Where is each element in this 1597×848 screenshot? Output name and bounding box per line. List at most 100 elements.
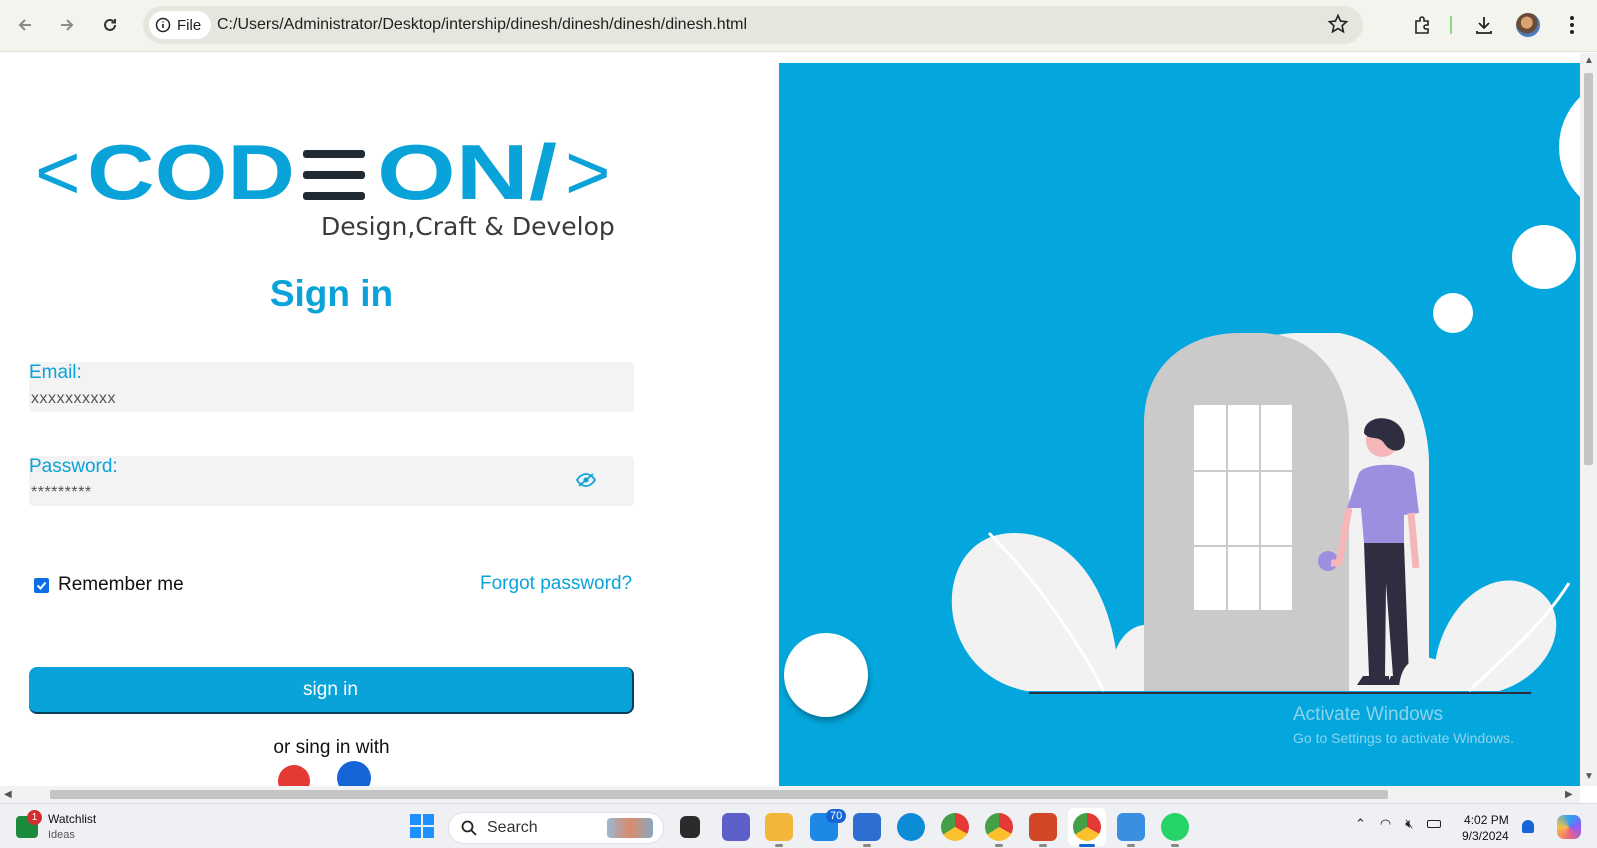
widget-badge: 1 [27, 809, 42, 825]
wifi-icon[interactable]: ◠ [1380, 816, 1391, 832]
google-signin-button[interactable] [278, 765, 310, 786]
password-label: Password: [29, 456, 118, 477]
forgot-password-link[interactable]: Forgot password? [480, 573, 632, 595]
edge-icon[interactable] [897, 813, 925, 841]
running-indicator [775, 844, 783, 847]
active-indicator [1079, 844, 1095, 847]
hero-panel [779, 63, 1580, 786]
remember-checkbox[interactable] [34, 577, 49, 593]
search-icon [461, 820, 477, 836]
url-text[interactable]: C:/Users/Administrator/Desktop/intership… [217, 16, 747, 34]
running-indicator [995, 844, 1003, 847]
address-bar[interactable]: File C:/Users/Administrator/Desktop/inte… [143, 6, 1363, 44]
back-arrow-icon [18, 19, 31, 31]
activate-windows-watermark: Activate Windows Go to Settings to activ… [1293, 704, 1514, 746]
scroll-left-icon[interactable]: ◀ [4, 789, 12, 800]
widget-watchlist[interactable]: 1 Watchlist Ideas [16, 809, 97, 841]
forward-button[interactable] [52, 10, 82, 40]
avatar [1516, 13, 1540, 37]
logo-tagline: Design,Craft & Develop [321, 212, 615, 241]
reload-icon [104, 18, 116, 31]
password-field[interactable]: Password: ********* [29, 456, 634, 506]
powerpoint-icon[interactable] [1029, 813, 1057, 841]
check-icon [36, 581, 47, 590]
activate-subtitle: Go to Settings to activate Windows. [1293, 730, 1514, 746]
teams-icon[interactable] [722, 813, 750, 841]
windows-taskbar: 1 Watchlist Ideas Search 70 ⌃ ◠ 🔇︎ 4:02 … [0, 803, 1597, 848]
sign-in-button[interactable]: sign in [29, 667, 634, 714]
decor-circle [1512, 225, 1576, 289]
file-explorer-icon[interactable] [765, 813, 793, 841]
activate-title: Activate Windows [1293, 704, 1443, 725]
menu-button[interactable] [1557, 10, 1587, 40]
taskbar-search[interactable]: Search [448, 812, 664, 844]
divider [1450, 16, 1452, 34]
chrome-active-icon[interactable] [1073, 813, 1101, 841]
logo-word-b: ON/ [377, 133, 557, 216]
bookmark-button[interactable] [1327, 13, 1349, 40]
vertical-scroll-thumb[interactable] [1584, 73, 1593, 465]
widget-subtitle: Ideas [48, 829, 75, 841]
running-indicator [1171, 844, 1179, 847]
battery-icon[interactable] [1427, 820, 1442, 828]
leaf-right [1433, 580, 1557, 691]
decor-circle [784, 633, 868, 717]
running-indicator [1039, 844, 1047, 847]
speaker-muted-icon[interactable]: 🔇︎ [1405, 816, 1413, 832]
widget-title: Watchlist [48, 812, 97, 826]
leaf-left [951, 533, 1119, 691]
codeon-logo: < COD ON/ > Design,Craft & Develop [35, 133, 615, 241]
forward-arrow-icon [61, 19, 74, 31]
photos-icon[interactable] [1117, 813, 1145, 841]
email-field[interactable]: Email: xxxxxxxxxx [29, 362, 634, 412]
facebook-signin-button[interactable] [337, 761, 371, 786]
info-icon [155, 17, 171, 33]
door-window [1194, 405, 1292, 610]
system-tray: ⌃ ◠ 🔇︎ [1355, 816, 1442, 832]
more-vert-icon [1570, 16, 1574, 34]
scroll-down-icon[interactable]: ▼ [1584, 771, 1594, 782]
horizontal-scroll-thumb[interactable] [50, 790, 1388, 799]
file-label: File [177, 16, 202, 34]
whatsapp-icon[interactable] [1161, 813, 1189, 841]
reload-button[interactable] [95, 10, 125, 40]
logo-right-bracket: > [565, 133, 611, 216]
bell-icon[interactable] [1522, 820, 1534, 833]
search-label: Search [487, 819, 538, 836]
star-icon [1327, 13, 1349, 34]
taskbar-clock[interactable]: 4:02 PM 9/3/2024 [1462, 812, 1509, 844]
alt-signin-label: or sing in with [273, 737, 390, 758]
running-indicator [1127, 844, 1135, 847]
scroll-up-icon[interactable]: ▲ [1584, 55, 1594, 66]
site-info-chip[interactable]: File [149, 11, 212, 39]
puzzle-icon [1415, 16, 1429, 34]
page-title: Sign in [269, 273, 394, 314]
clock-time: 4:02 PM [1464, 813, 1509, 827]
copilot-icon[interactable] [1557, 815, 1581, 839]
scroll-right-icon[interactable]: ▶ [1565, 789, 1573, 800]
store-icon[interactable] [853, 813, 881, 841]
start-button[interactable] [410, 814, 434, 838]
vertical-scrollbar[interactable]: ▲ ▼ [1580, 53, 1597, 786]
running-indicator [863, 844, 871, 847]
clock-date: 9/3/2024 [1462, 829, 1509, 843]
downloads-button[interactable] [1469, 10, 1499, 40]
chrome-icon[interactable] [941, 813, 969, 841]
chrome-profile-icon[interactable] [985, 813, 1013, 841]
remember-me-row[interactable]: Remember me [34, 574, 184, 596]
search-highlight-icon [607, 818, 653, 838]
mail-badge: 70 [826, 809, 847, 823]
task-view-icon[interactable] [680, 816, 700, 838]
email-value[interactable]: xxxxxxxxxx [31, 390, 116, 408]
back-button[interactable] [10, 10, 40, 40]
decor-circle [1559, 97, 1580, 197]
profile-button[interactable] [1513, 10, 1543, 40]
decor-circle [1433, 293, 1473, 333]
browser-toolbar: File C:/Users/Administrator/Desktop/inte… [0, 0, 1597, 52]
password-value[interactable]: ********* [31, 484, 92, 502]
stocks-icon: 1 [16, 809, 42, 838]
horizontal-scrollbar[interactable]: ◀ ▶ [0, 786, 1580, 803]
eye-slash-icon[interactable] [576, 472, 596, 488]
extensions-button[interactable] [1408, 10, 1438, 40]
chevron-up-icon[interactable]: ⌃ [1355, 816, 1366, 832]
